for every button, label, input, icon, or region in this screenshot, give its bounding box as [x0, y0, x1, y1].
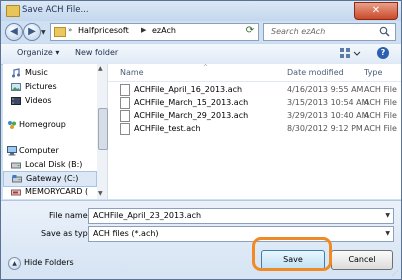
file-name: ACHFile_March_15_2013.ach	[134, 98, 249, 107]
view-options-icon[interactable]	[339, 47, 361, 59]
nav-item-label: Gateway (C:)	[26, 174, 79, 183]
forward-button[interactable]: ▶	[23, 23, 41, 41]
nav-item-label: MEMORYCARD (	[25, 187, 89, 196]
close-button[interactable]: ✕	[354, 2, 398, 20]
breadcrumb-halfpricesoft[interactable]: Halfpricesoft	[78, 26, 129, 35]
organize-button[interactable]: Organize ▾	[17, 48, 59, 57]
file-date: 4/16/2013 9:55 AM	[287, 85, 364, 94]
pictures-icon	[11, 83, 21, 91]
drive-icon	[11, 162, 21, 169]
homegroup-icon	[8, 121, 16, 129]
folder-icon	[54, 27, 66, 37]
file-date: 8/30/2012 9:12 PM	[287, 124, 363, 133]
file-icon	[120, 123, 130, 135]
chevron-right-icon[interactable]: ▶	[141, 26, 146, 34]
file-row[interactable]: ACHFile_April_16_2013.ach 4/16/2013 9:55…	[108, 83, 401, 96]
computer-icon	[7, 146, 17, 156]
videos-icon	[11, 97, 21, 105]
file-name-input[interactable]: ACHFile_April_23_2013.ach ▼	[88, 208, 394, 224]
file-row[interactable]: ACHFile_March_15_2013.ach 3/15/2013 10:5…	[108, 96, 401, 109]
file-type: ACH File	[364, 85, 397, 94]
navigation-pane: Music Pictures Videos Homegroup Computer…	[3, 64, 108, 199]
file-list: ^ Name Date modified Type ACHFile_April_…	[108, 64, 401, 199]
drive-icon	[12, 175, 22, 183]
window-title: Save ACH File...	[22, 5, 89, 15]
back-arrow-icon: ◀	[10, 26, 18, 37]
nav-item-memorycard[interactable]: MEMORYCARD (	[3, 185, 95, 199]
column-header-type[interactable]: Type	[364, 68, 382, 77]
header-divider	[108, 81, 401, 82]
navigation-scrollbar[interactable]: ▲ ▼	[97, 64, 108, 199]
file-type: ACH File	[364, 124, 397, 133]
column-header-date[interactable]: Date modified	[287, 68, 344, 77]
chevron-down-icon: ▾	[55, 48, 60, 57]
file-name: ACHFile_March_29_2013.ach	[134, 111, 249, 120]
cancel-button[interactable]: Cancel	[331, 250, 393, 270]
scrollbar-thumb[interactable]	[98, 108, 108, 150]
nav-item-homegroup[interactable]: Homegroup	[3, 118, 95, 132]
refresh-button[interactable]: ⟳	[242, 23, 258, 39]
search-icon[interactable]	[379, 26, 390, 37]
chevron-down-icon[interactable]: ▼	[385, 212, 390, 219]
forward-arrow-icon: ▶	[28, 26, 36, 37]
resize-grip-icon[interactable]: ⋰	[392, 270, 400, 278]
nav-item-local-disk[interactable]: Local Disk (B:)	[3, 158, 95, 172]
save-highlight-annotation	[252, 237, 332, 271]
save-options-panel: File name: ACHFile_April_23_2013.ach ▼ S…	[1, 200, 401, 279]
scroll-up-icon[interactable]: ▲	[98, 65, 103, 72]
scroll-down-icon[interactable]: ▼	[98, 190, 103, 197]
file-date: 3/29/2013 10:40 AM	[287, 111, 369, 120]
file-name-value: ACHFile_April_23_2013.ach	[93, 211, 202, 220]
search-placeholder: Search ezAch	[271, 27, 326, 36]
nav-item-label: Homegroup	[19, 120, 66, 129]
file-type: ACH File	[364, 98, 397, 107]
music-icon	[12, 68, 20, 78]
nav-item-label: Music	[25, 68, 48, 77]
file-name: ACHFile_test.ach	[134, 124, 201, 133]
search-input[interactable]: Search ezAch	[263, 23, 396, 41]
file-icon	[120, 110, 130, 122]
column-header-name[interactable]: Name	[120, 68, 144, 77]
nav-item-label: Pictures	[25, 82, 57, 91]
organize-label: Organize	[17, 48, 53, 57]
command-bar: Organize ▾ New folder ?	[1, 43, 401, 65]
save-dialog: Save ACH File... ✕ ◀ ▶ ▼ » Halfpricesoft…	[0, 0, 402, 280]
nav-item-label: Videos	[25, 96, 52, 105]
chevron-down-icon[interactable]: ▼	[385, 230, 390, 237]
file-icon	[120, 97, 130, 109]
close-icon: ✕	[371, 5, 381, 16]
file-row[interactable]: ACHFile_March_29_2013.ach 3/29/2013 10:4…	[108, 109, 401, 122]
new-folder-button[interactable]: New folder	[75, 48, 118, 57]
card-icon	[11, 189, 21, 196]
recent-pages-dropdown[interactable]: ▼	[41, 29, 46, 36]
file-icon	[120, 84, 130, 96]
save-type-select[interactable]: ACH files (*.ach) ▼	[88, 226, 394, 242]
chevron-right-icon[interactable]: »	[68, 26, 72, 34]
file-row[interactable]: ACHFile_test.ach 8/30/2012 9:12 PM ACH F…	[108, 122, 401, 135]
address-bar[interactable]: » Halfpricesoft ▶ ezAch ▼	[50, 23, 282, 41]
sort-caret-icon: ^	[203, 64, 209, 71]
chevron-up-icon: ▲	[8, 257, 21, 270]
refresh-icon: ⟳	[245, 25, 255, 36]
back-button[interactable]: ◀	[5, 23, 23, 41]
nav-item-videos[interactable]: Videos	[3, 94, 95, 108]
file-name: ACHFile_April_16_2013.ach	[134, 85, 243, 94]
help-icon[interactable]: ?	[377, 47, 389, 59]
file-date: 3/15/2013 10:54 AM	[287, 98, 369, 107]
nav-item-computer[interactable]: Computer	[3, 144, 95, 158]
breadcrumb-ezach[interactable]: ezAch	[152, 26, 176, 35]
hide-folders-label: Hide Folders	[24, 258, 74, 267]
file-name-label: File name:	[49, 211, 91, 220]
file-type: ACH File	[364, 111, 397, 120]
nav-item-label: Computer	[19, 146, 59, 155]
navigation-bar: ◀ ▶ ▼ » Halfpricesoft ▶ ezAch ▼ ⟳ Search…	[1, 21, 401, 43]
nav-item-label: Local Disk (B:)	[25, 160, 83, 169]
title-bar[interactable]: Save ACH File... ✕	[1, 1, 401, 21]
folder-icon	[6, 5, 20, 17]
nav-item-music[interactable]: Music	[3, 66, 95, 80]
nav-item-pictures[interactable]: Pictures	[3, 80, 95, 94]
save-type-value: ACH files (*.ach)	[93, 229, 159, 238]
